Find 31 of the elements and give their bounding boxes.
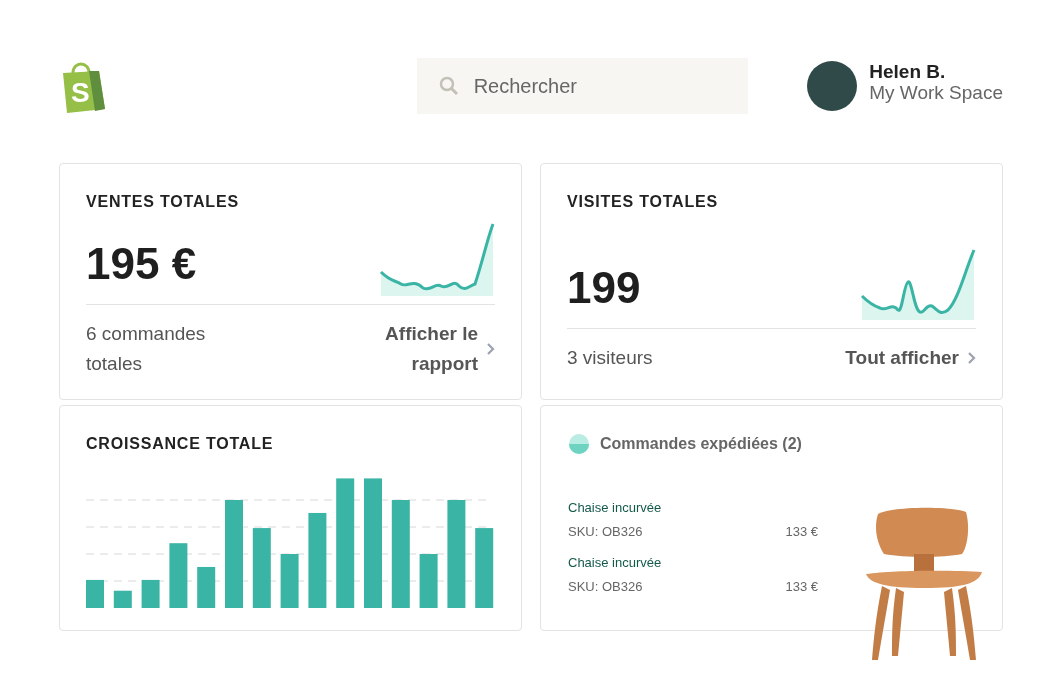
avatar[interactable] [807,61,858,111]
stat-subtitle: 6 commandes totales [86,322,207,376]
chevron-right-icon [967,351,976,365]
chart-bar [280,554,299,608]
card-title: CROISSANCE TOTALE [86,434,275,454]
search-field[interactable]: Rechercher [416,58,748,114]
product-link[interactable]: Chaise incurvée [568,553,818,573]
chart-bar [197,566,216,608]
chevron-right-icon [486,342,495,356]
user-name: Helen B. [869,61,947,82]
stat-value: 199 [567,266,641,314]
chart-bar [419,554,438,608]
workspace-name: My Work Space [869,82,1003,103]
product-price: 133 € [785,577,818,596]
orders-title: Commandes expédiées (2) [600,434,802,454]
chart-bar [113,590,132,608]
chart-bar [169,543,188,608]
product-sku: SKU: OB326 [568,577,643,596]
search-icon [438,76,459,96]
product-link[interactable]: Chaise incurvée [568,498,818,518]
stat-subtitle: 3 visiteurs [567,346,654,370]
report-link[interactable]: Afficher le rapport [378,319,495,379]
product-sku: SKU: OB326 [568,522,643,541]
stat-value: 195 € [86,242,197,290]
chart-bar [86,579,104,608]
report-link[interactable]: Tout afficher [845,343,976,373]
half-circle-icon [568,433,590,455]
card-title: VENTES TOTALES [86,192,240,212]
product-price: 133 € [785,522,818,541]
chart-bar [141,579,160,608]
card-title: VISITES TOTALES [567,192,719,212]
